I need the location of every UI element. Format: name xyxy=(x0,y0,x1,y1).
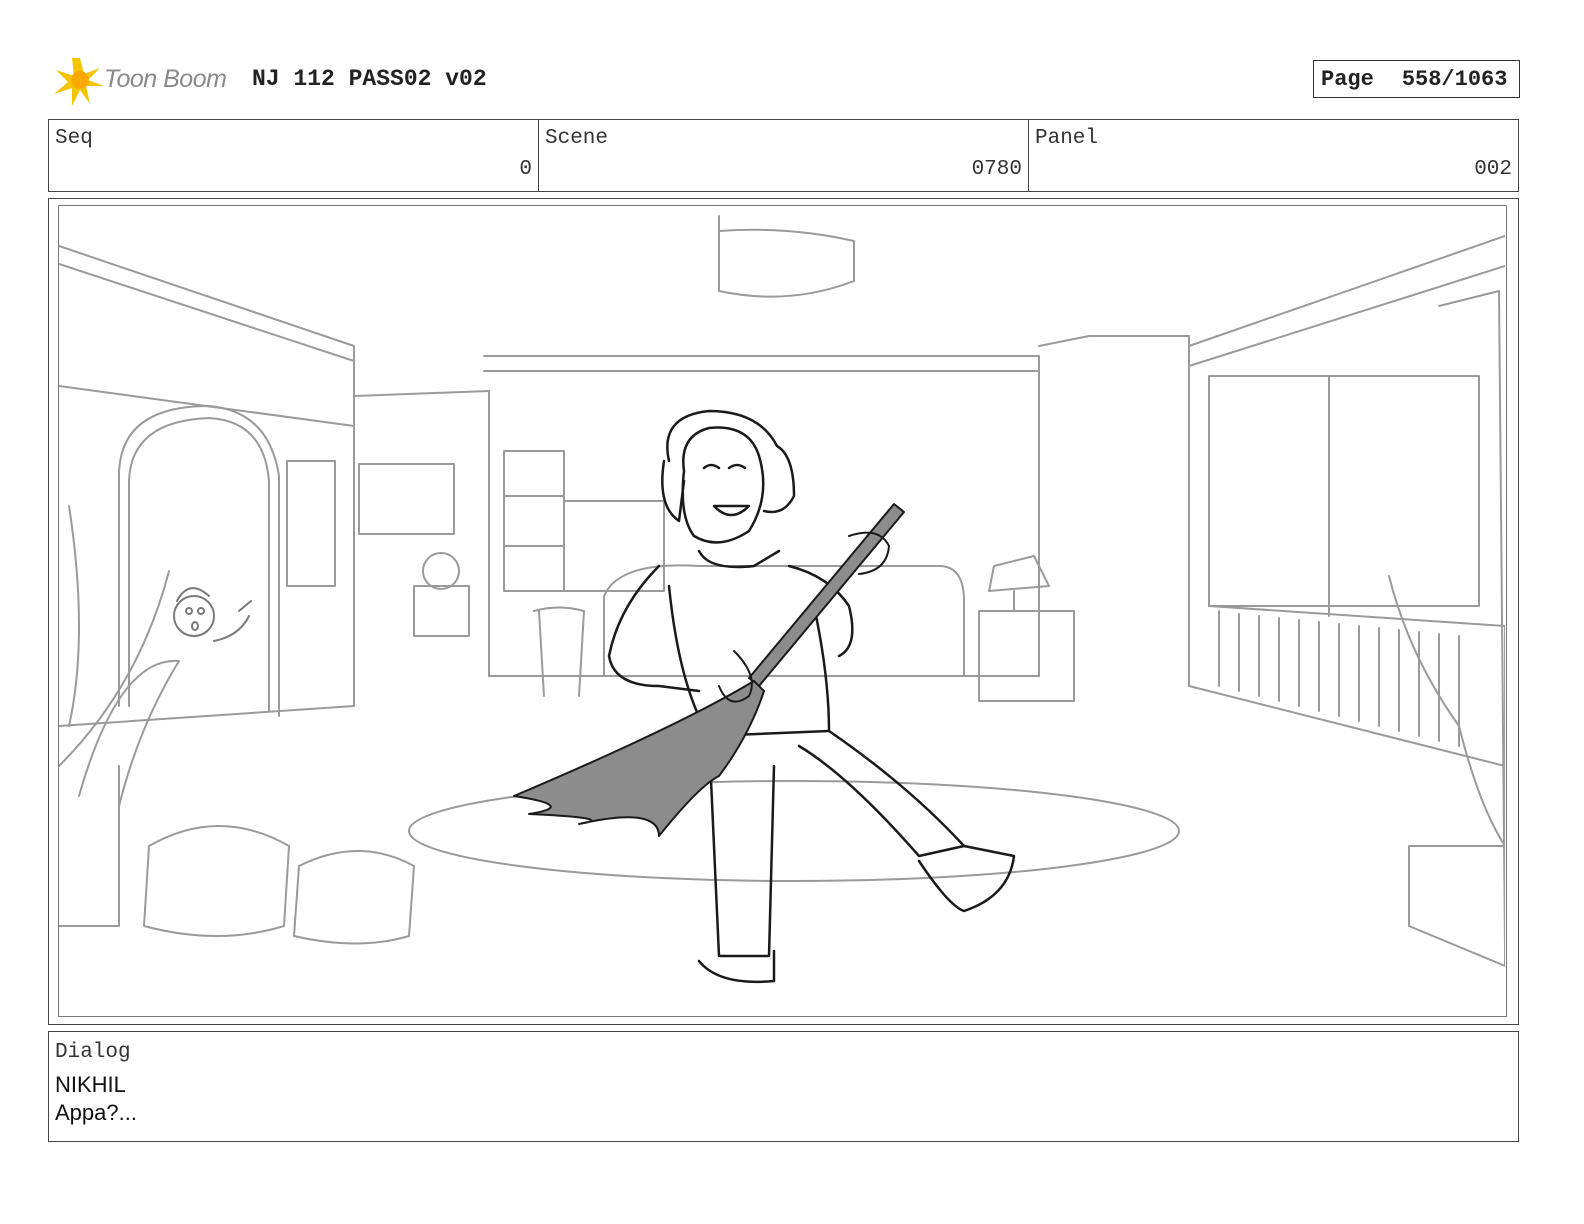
page-header: Toon Boom NJ 112 PASS02 v02 Page 558/106… xyxy=(50,52,1520,108)
scene-info-row: Seq 0 Scene 0780 Panel 002 xyxy=(48,119,1519,192)
scene-label: Scene xyxy=(545,127,609,150)
page-number: 558/1063 xyxy=(1401,66,1508,92)
storyboard-sketch xyxy=(59,215,1505,984)
panel-cell: Panel 002 xyxy=(1029,120,1518,191)
panel-label: Panel xyxy=(1035,127,1099,150)
scene-cell: Scene 0780 xyxy=(539,120,1029,191)
document-title: NJ 112 PASS02 v02 xyxy=(252,66,487,92)
panel-value: 002 xyxy=(1474,158,1512,181)
dialog-box: Dialog NIKHIL Appa?... xyxy=(48,1031,1519,1142)
storyboard-frame xyxy=(48,198,1519,1025)
scene-value: 0780 xyxy=(971,158,1022,181)
seq-value: 0 xyxy=(519,158,532,181)
logo-star-icon xyxy=(54,58,104,106)
room-background xyxy=(59,215,1505,967)
nikhil-character xyxy=(173,587,252,642)
broom xyxy=(513,503,905,837)
seq-cell: Seq 0 xyxy=(49,120,539,191)
toon-boom-logo: Toon Boom xyxy=(50,52,240,108)
storyboard-drawing-area xyxy=(58,205,1507,1017)
page-label: Page xyxy=(1321,66,1374,92)
seq-label: Seq xyxy=(55,127,93,150)
page-indicator: Page 558/1063 xyxy=(1313,60,1520,98)
logo-text: Toon Boom xyxy=(104,65,227,93)
dialog-line: Appa?... xyxy=(55,1100,137,1125)
appa-character xyxy=(607,409,1016,984)
dialog-speaker: NIKHIL xyxy=(55,1072,126,1097)
dialog-label: Dialog xyxy=(55,1041,131,1064)
